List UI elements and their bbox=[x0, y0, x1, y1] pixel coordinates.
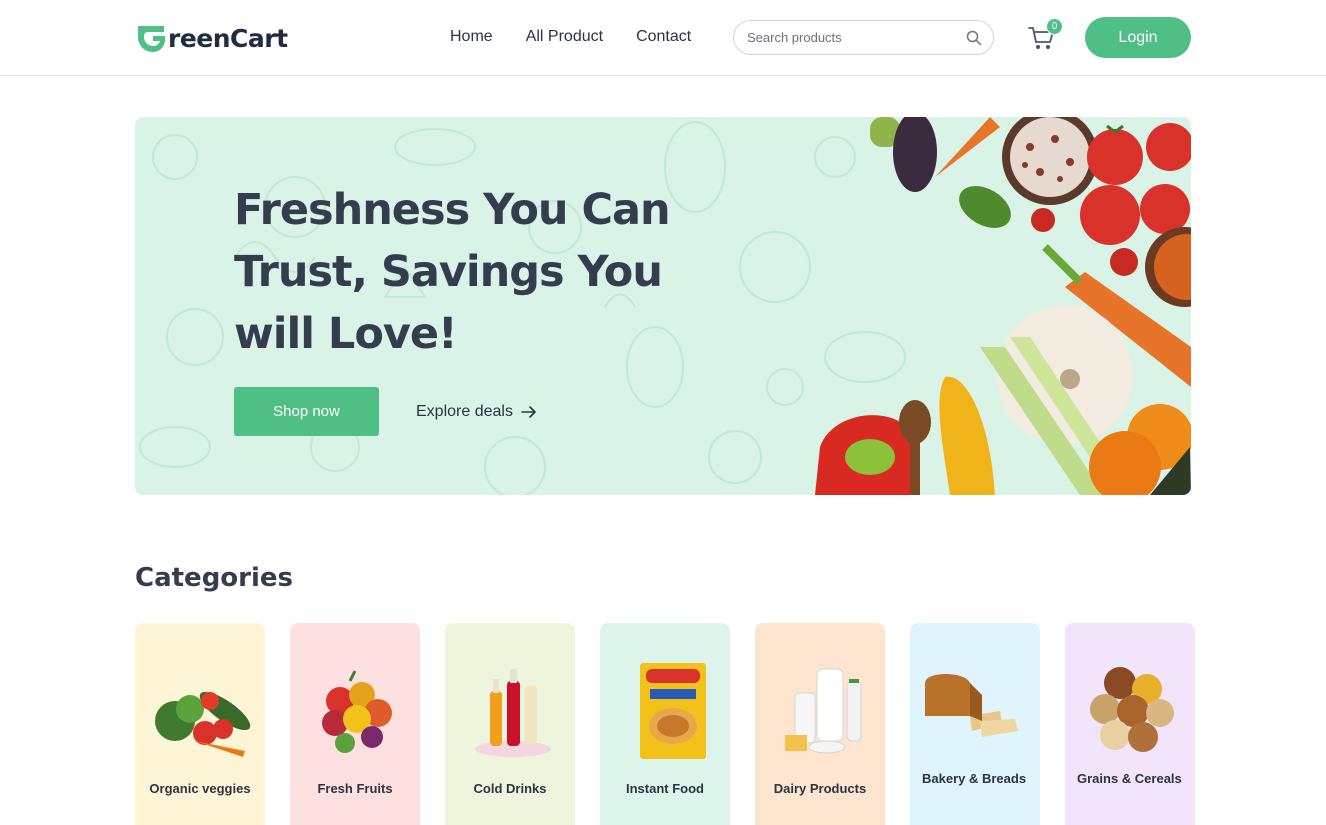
search-input[interactable] bbox=[747, 30, 965, 45]
arrow-right-icon bbox=[521, 406, 536, 418]
drinks-icon bbox=[475, 669, 551, 757]
nav-contact[interactable]: Contact bbox=[636, 28, 691, 46]
search-box bbox=[733, 20, 994, 55]
fruits-icon bbox=[322, 670, 392, 753]
shop-now-button[interactable]: Shop now bbox=[234, 387, 379, 436]
site-header: reenCart Home All Product Contact 0 Logi… bbox=[0, 0, 1326, 76]
bread-icon bbox=[925, 674, 1018, 737]
vegetables-illustration bbox=[815, 117, 1191, 495]
category-card-fresh-fruits[interactable]: Fresh Fruits bbox=[290, 623, 420, 825]
category-label: Cold Drinks bbox=[473, 781, 547, 796]
explore-deals-label: Explore deals bbox=[416, 403, 513, 420]
category-card-organic-veggies[interactable]: Organic veggies bbox=[135, 623, 265, 825]
category-label: Organic veggies bbox=[149, 781, 251, 796]
nav-all-product[interactable]: All Product bbox=[526, 28, 603, 46]
category-card-bakery-breads[interactable]: Bakery & Breads bbox=[910, 623, 1040, 825]
explore-deals-link[interactable]: Explore deals bbox=[416, 403, 537, 421]
logo[interactable]: reenCart bbox=[135, 20, 288, 56]
veggies-icon bbox=[155, 691, 251, 757]
nav-home[interactable]: Home bbox=[450, 28, 493, 46]
categories-heading: Categories bbox=[135, 563, 294, 593]
main-nav: Home All Product Contact bbox=[450, 28, 691, 46]
category-label: Dairy Products bbox=[773, 781, 867, 796]
category-label: Grains & Cereals bbox=[1077, 771, 1182, 786]
grains-icon bbox=[1090, 667, 1174, 752]
noodles-pack-icon bbox=[640, 663, 706, 759]
logo-g-icon bbox=[138, 26, 165, 52]
dairy-icon bbox=[785, 668, 862, 754]
category-card-instant-food[interactable]: Instant Food bbox=[600, 623, 730, 825]
category-label: Bakery & Breads bbox=[922, 771, 1027, 786]
category-card-grains-cereals[interactable]: Grains & Cereals bbox=[1065, 623, 1195, 825]
category-card-cold-drinks[interactable]: Cold Drinks bbox=[445, 623, 575, 825]
category-label: Instant Food bbox=[626, 781, 704, 796]
hero-headline: Freshness You Can Trust, Savings You wil… bbox=[234, 185, 671, 359]
search-icon[interactable] bbox=[965, 29, 983, 47]
category-card-dairy-products[interactable]: Dairy Products bbox=[755, 623, 885, 825]
login-button[interactable]: Login bbox=[1085, 17, 1191, 58]
cart-count-badge: 0 bbox=[1046, 18, 1063, 35]
logo-text: reenCart bbox=[168, 23, 288, 53]
category-label: Fresh Fruits bbox=[317, 781, 393, 796]
category-list: Organic veggies Fresh Fruits Cold Drinks bbox=[135, 623, 1195, 825]
hero-banner: Freshness You Can Trust, Savings You wil… bbox=[135, 117, 1191, 495]
